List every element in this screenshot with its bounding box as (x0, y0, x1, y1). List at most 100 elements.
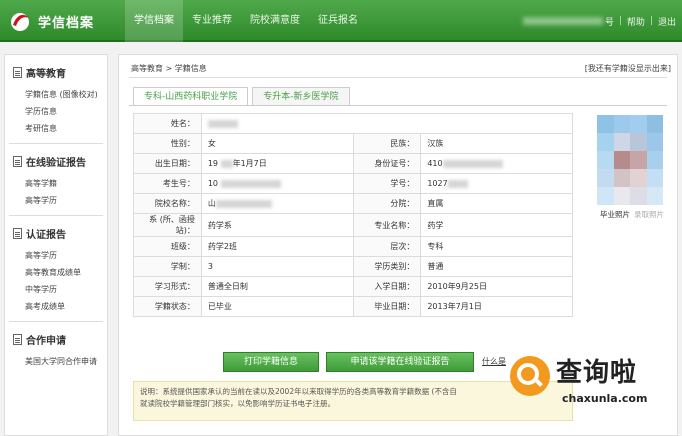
class-value: 药学2班 (200, 236, 354, 257)
watermark-text: 查询啦 (556, 358, 638, 388)
print-record-button[interactable]: 打印学籍信息 (223, 352, 319, 372)
nav-item-school-satisfaction[interactable]: 院校满意度 (241, 0, 309, 42)
id-number-label: 身份证号： (352, 153, 422, 174)
school-label: 院校名称： (133, 193, 202, 214)
watermark: 查询啦 chaxunla.com (506, 350, 682, 436)
redacted-exam-number (220, 179, 281, 188)
table-row: 院校名称： 山 分院： 直属 (133, 193, 573, 214)
section-title: 高等教育 (13, 65, 101, 80)
branch-label: 分院： (352, 193, 422, 214)
nav-item-major-recommend[interactable]: 专业推荐 (183, 0, 241, 42)
table-row: 出生日期： 19 年1月7日 身份证号： 410 (133, 153, 573, 174)
link-separator: | (618, 16, 622, 26)
sidebar-item-cert-secondary[interactable]: 中等学历 (13, 281, 101, 298)
sidebar-section-online-verification: 在线验证报告 高等学籍 高等学历 (5, 144, 107, 211)
sidebar-item-cert-gaokao[interactable]: 高考成绩单 (13, 298, 101, 315)
tab-junior-college[interactable]: 专科-山西药科职业学院 (133, 87, 249, 105)
grad-photo-tab[interactable]: 毕业照片 (600, 210, 630, 219)
watermark-logo-icon (510, 356, 550, 396)
table-row: 学籍状态： 已毕业 毕业日期： 2013年7月1日 (133, 296, 573, 317)
nav-item-xuexin-dangan[interactable]: 学信档案 (125, 0, 183, 42)
sidebar-item-cert-transcript[interactable]: 高等教育成绩单 (13, 264, 101, 281)
study-form-value: 普通全日制 (200, 276, 354, 297)
ethnicity-label: 民族： (352, 133, 422, 154)
watermark-url: chaxunla.com (562, 392, 648, 405)
gender-label: 性别： (133, 133, 202, 154)
sidebar-item-higher-degree[interactable]: 高等学历 (13, 192, 101, 209)
redacted-student-number (447, 179, 468, 188)
sidebar-item-us-university[interactable]: 美国大学同合作申请 (13, 353, 101, 370)
what-is-link[interactable]: 什么是 (482, 356, 506, 367)
enroll-date-value: 2010年9月25日 (420, 276, 573, 297)
table-row: 班级： 药学2班 层次： 专科 (133, 236, 573, 257)
user-links: 号 | 帮助 | 退出 (522, 0, 676, 42)
logo-icon (11, 13, 29, 31)
section-title: 合作申请 (13, 332, 101, 347)
major-value: 药学 (420, 213, 573, 237)
student-number-value: 1027 (420, 173, 573, 194)
birth-value: 19 年1月7日 (200, 153, 354, 174)
link-separator: | (649, 16, 653, 26)
nav-item-enlistment[interactable]: 征兵报名 (309, 0, 367, 42)
name-value (200, 113, 574, 134)
photo-image (597, 115, 663, 205)
sidebar-item-higher-enrollment[interactable]: 高等学籍 (13, 175, 101, 192)
notice-line-1: 说明：系统提供国家承认的当前在读以及2002年以来取得学历的各类高等教育学籍数据… (140, 387, 457, 396)
table-row: 性别： 女 民族： 汉族 (133, 133, 573, 154)
redacted-name (207, 119, 238, 128)
tab-upgrade-bachelor[interactable]: 专升本-新乡医学院 (252, 87, 350, 105)
missing-record-link[interactable]: [我还有学籍没显示出来] (585, 63, 671, 74)
sidebar-item-degree-info[interactable]: 学历信息 (13, 103, 101, 120)
section-title: 在线验证报告 (13, 154, 101, 169)
main-nav: 学信档案 专业推荐 院校满意度 征兵报名 (125, 0, 367, 42)
department-label: 系 (所、函授站)： (133, 213, 202, 237)
apply-verification-button[interactable]: 申请该学籍在线验证报告 (326, 352, 474, 372)
document-icon (13, 67, 22, 78)
help-link[interactable]: 帮助 (627, 15, 645, 28)
photo-caption: 毕业照片 录取照片 (593, 209, 671, 220)
status-label: 学籍状态： (133, 296, 202, 317)
exam-number-value: 10 (200, 173, 354, 194)
user-suffix: 号 (604, 17, 614, 28)
grad-date-label: 毕业日期： (352, 296, 422, 317)
sidebar-item-postgrad-exam[interactable]: 考研信息 (13, 120, 101, 137)
birth-label: 出生日期： (133, 153, 202, 174)
department-value: 药学系 (200, 213, 354, 237)
grad-date-value: 2013年7月1日 (420, 296, 573, 317)
enroll-date-label: 入学日期： (352, 276, 422, 297)
student-photo: 毕业照片 录取照片 (593, 115, 671, 227)
enrollment-info-table: 姓名： 性别： 女 民族： 汉族 出生日期： 19 年1月7日 身份证号： 41… (133, 113, 574, 317)
table-row: 学制： 3 学历类别： 普通 (133, 256, 573, 277)
duration-label: 学制： (133, 256, 202, 277)
record-tabs: 专科-山西药科职业学院 专升本-新乡医学院 (133, 87, 354, 105)
sidebar-item-cert-higher-degree[interactable]: 高等学历 (13, 247, 101, 264)
divider (129, 77, 667, 78)
table-row: 学习形式： 普通全日制 入学日期： 2010年9月25日 (133, 276, 573, 297)
notice-line-2: 就读院校学籍管理部门核实，以免影响学历证书电子注册。 (140, 399, 335, 408)
logo-text: 学信档案 (38, 15, 95, 31)
sidebar-section-cooperation: 合作申请 美国大学同合作申请 (5, 322, 107, 372)
school-value: 山 (200, 193, 354, 214)
ethnicity-value: 汉族 (420, 133, 573, 154)
site-logo[interactable]: 学信档案 (8, 6, 118, 36)
table-row: 考生号： 10 学号： 1027 (133, 173, 573, 194)
branch-value: 直属 (420, 193, 573, 214)
table-row: 系 (所、函授站)： 药学系 专业名称： 药学 (133, 213, 573, 237)
table-row: 姓名： (133, 113, 574, 134)
sidebar-section-higher-education: 高等教育 学籍信息 (图像校对) 学历信息 考研信息 (5, 55, 107, 139)
sidebar-section-certification: 认证报告 高等学历 高等教育成绩单 中等学历 高考成绩单 (5, 216, 107, 317)
category-value: 普通 (420, 256, 573, 277)
major-label: 专业名称： (352, 213, 422, 237)
gender-value: 女 (200, 133, 354, 154)
level-label: 层次： (352, 236, 422, 257)
redacted-school (215, 199, 272, 208)
admission-photo-tab[interactable]: 录取照片 (634, 210, 664, 219)
class-label: 班级： (133, 236, 202, 257)
logout-link[interactable]: 退出 (658, 15, 676, 28)
redacted-id-number (442, 159, 503, 168)
sidebar-item-enrollment-info[interactable]: 学籍信息 (图像校对) (13, 86, 101, 103)
redacted-birth-year (220, 159, 233, 168)
category-label: 学历类别： (352, 256, 422, 277)
section-title: 认证报告 (13, 226, 101, 241)
duration-value: 3 (200, 256, 354, 277)
